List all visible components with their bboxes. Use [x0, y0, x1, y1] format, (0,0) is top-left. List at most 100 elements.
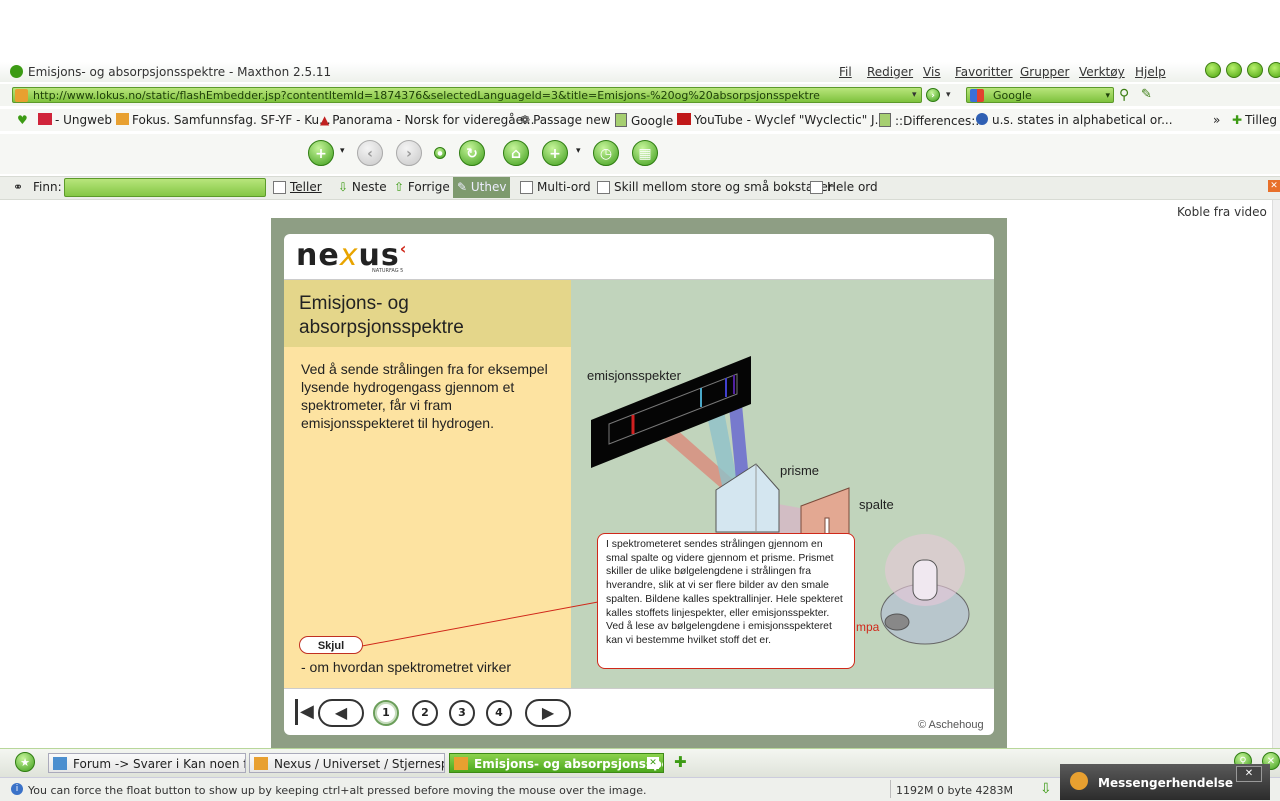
favorites-add-button[interactable]: + [542, 140, 568, 166]
messenger-title: Messengerhendelse [1098, 776, 1234, 790]
go-dropdown-icon[interactable]: ▾ [946, 90, 951, 100]
page-2-button[interactable]: 2 [412, 700, 438, 726]
fav-google[interactable]: Google [615, 113, 673, 128]
status-text: You can force the float button to show u… [28, 784, 647, 797]
tab-menu-button[interactable]: ★ [15, 752, 35, 772]
page-4-button[interactable]: 4 [486, 700, 512, 726]
back-button[interactable]: ‹ [357, 140, 383, 166]
case-sensitive-checkbox[interactable]: Skill mellom store og små bokstaver [597, 180, 833, 194]
hide-button[interactable]: Skjul [299, 636, 363, 654]
new-tab-button[interactable]: + [308, 140, 334, 166]
checkbox-icon [597, 181, 610, 194]
favorites-bar: ♥ - Ungweb Fokus. Samfunnsfag. SF-YF - K… [0, 109, 1280, 131]
menu-hjelp[interactable]: Hjelp [1135, 65, 1166, 79]
tab-maxthon-icon [454, 757, 468, 770]
next-page-button[interactable]: ▶ [525, 699, 571, 727]
favorites-dropdown-icon[interactable]: ▾ [576, 146, 581, 156]
lamp-tube [912, 559, 938, 601]
tab-maxthon-icon [254, 757, 268, 770]
teller-checkbox[interactable]: Teller [273, 180, 322, 194]
slit-label: spalte [859, 497, 894, 512]
close-notification-icon[interactable]: ✕ [1236, 766, 1262, 782]
multi-word-checkbox[interactable]: Multi-ord [520, 180, 591, 194]
menu-fil[interactable]: Fil [839, 65, 852, 79]
messenger-notification[interactable]: Messengerhendelse ✕ [1060, 764, 1270, 800]
stop-button[interactable]: ● [434, 147, 446, 159]
menu-grupper[interactable]: Grupper [1020, 65, 1069, 79]
fav-differences[interactable]: ::Differences:: [879, 113, 979, 128]
binoculars-icon: ⚭ [13, 180, 24, 194]
slit-opening [824, 517, 830, 535]
groups-button[interactable]: ▦ [632, 140, 658, 166]
new-tab-plus-icon[interactable]: ✚ [674, 753, 687, 771]
youtube-icon [677, 113, 691, 125]
tab-page-icon [53, 757, 67, 770]
fav-us-states[interactable]: u.s. states in alphabetical or... [976, 113, 1173, 127]
refresh-button[interactable]: ↻ [459, 140, 485, 166]
site-icon [15, 89, 28, 102]
globe-icon [976, 113, 988, 125]
find-input[interactable] [64, 178, 266, 197]
fav-tillegg[interactable]: ✚ Tilleg [1232, 113, 1277, 127]
fav-ungweb[interactable]: - Ungweb [38, 113, 112, 127]
logo-mark-icon: ‹ [399, 239, 408, 258]
tree-icon: ▲ [320, 113, 330, 127]
prism-label: prisme [780, 463, 820, 478]
page-1-button[interactable]: 1 [373, 700, 399, 726]
search-icon[interactable]: ⚲ [1119, 87, 1129, 103]
messenger-icon [1070, 772, 1088, 790]
tab-nexus[interactable]: Nexus / Universet / Stjernespe... [249, 753, 445, 773]
first-page-bar[interactable] [295, 699, 298, 725]
fav-youtube[interactable]: YouTube - Wyclef "Wyclectic" J... [677, 113, 886, 127]
maximize-button[interactable] [1226, 62, 1242, 78]
menu-verktoy[interactable]: Verktøy [1079, 65, 1125, 79]
fav-passage[interactable]: ❁ Passage new [520, 113, 611, 127]
detach-video-link[interactable]: Koble fra video [1177, 205, 1267, 219]
close-tab-icon[interactable]: ✕ [647, 757, 659, 769]
fav-fokus[interactable]: Fokus. Samfunnsfag. SF-YF - Ku... [116, 113, 331, 127]
page-icon [615, 113, 627, 127]
flash-navigation: ◀ ◀ 1 2 3 4 ▶ [284, 688, 994, 735]
download-icon[interactable]: ⇩ [1040, 781, 1052, 797]
search-dropdown-icon[interactable]: ▾ [1105, 88, 1110, 104]
tab-forum[interactable]: Forum -> Svarer i Kan noen fo... [48, 753, 246, 773]
highlight-pen-icon[interactable]: ✎ [1141, 87, 1152, 102]
ung-icon [38, 113, 52, 125]
minimize-button[interactable] [1205, 62, 1221, 78]
close-findbar-icon[interactable]: ✕ [1268, 180, 1280, 192]
find-next-button[interactable]: ⇩ Neste [338, 180, 387, 194]
close-window-button[interactable] [1268, 62, 1280, 78]
find-label: Finn: [33, 180, 62, 194]
page-3-button[interactable]: 3 [449, 700, 475, 726]
forward-button[interactable]: › [396, 140, 422, 166]
checkbox-icon [810, 181, 823, 194]
arrow-down-icon: ⇩ [338, 180, 349, 194]
url-input[interactable]: http://www.lokus.no/static/flashEmbedder… [12, 87, 922, 103]
history-button[interactable]: ◷ [593, 140, 619, 166]
menu-favoritter[interactable]: Favoritter [955, 65, 1013, 79]
window-titlebar: Emisjons- og absorpsjonsspektre - Maxtho… [0, 62, 1280, 82]
highlight-pen-icon: ✎ [457, 180, 468, 194]
logo-subtitle: NATURFAG 5 [372, 268, 404, 274]
menu-vis[interactable]: Vis [923, 65, 941, 79]
highlight-button[interactable]: ✎ Uthev [453, 177, 511, 198]
menu-rediger[interactable]: Rediger [867, 65, 913, 79]
tab-emisjons[interactable]: Emisjons- og absorpsjonsspe... ✕ [449, 753, 664, 773]
memory-readout: 1192M 0 byte 4283M [896, 784, 1014, 797]
search-input[interactable]: Google ▾ [966, 87, 1114, 103]
new-tab-dropdown-icon[interactable]: ▾ [340, 146, 345, 156]
go-icon[interactable]: › [926, 88, 940, 102]
fav-panorama[interactable]: ▲ Panorama - Norsk for videregåe... [320, 113, 534, 127]
restore-button[interactable] [1247, 62, 1263, 78]
favorites-heart-icon[interactable]: ♥ [17, 113, 28, 127]
whole-word-checkbox[interactable]: Hele ord [810, 180, 878, 194]
prev-page-button[interactable]: ◀ [318, 699, 364, 727]
page-scrollbar[interactable] [1272, 200, 1280, 748]
first-page-icon[interactable]: ◀ [300, 702, 314, 722]
home-button[interactable]: ⌂ [503, 140, 529, 166]
favorites-overflow-icon[interactable]: » [1213, 113, 1220, 127]
status-divider [890, 780, 891, 798]
lesson-paragraph: Ved å sende strålingen fra for eksempel … [301, 361, 548, 431]
url-dropdown-icon[interactable]: ▾ [912, 90, 917, 100]
find-prev-button[interactable]: ⇧ Forrige [394, 180, 450, 194]
